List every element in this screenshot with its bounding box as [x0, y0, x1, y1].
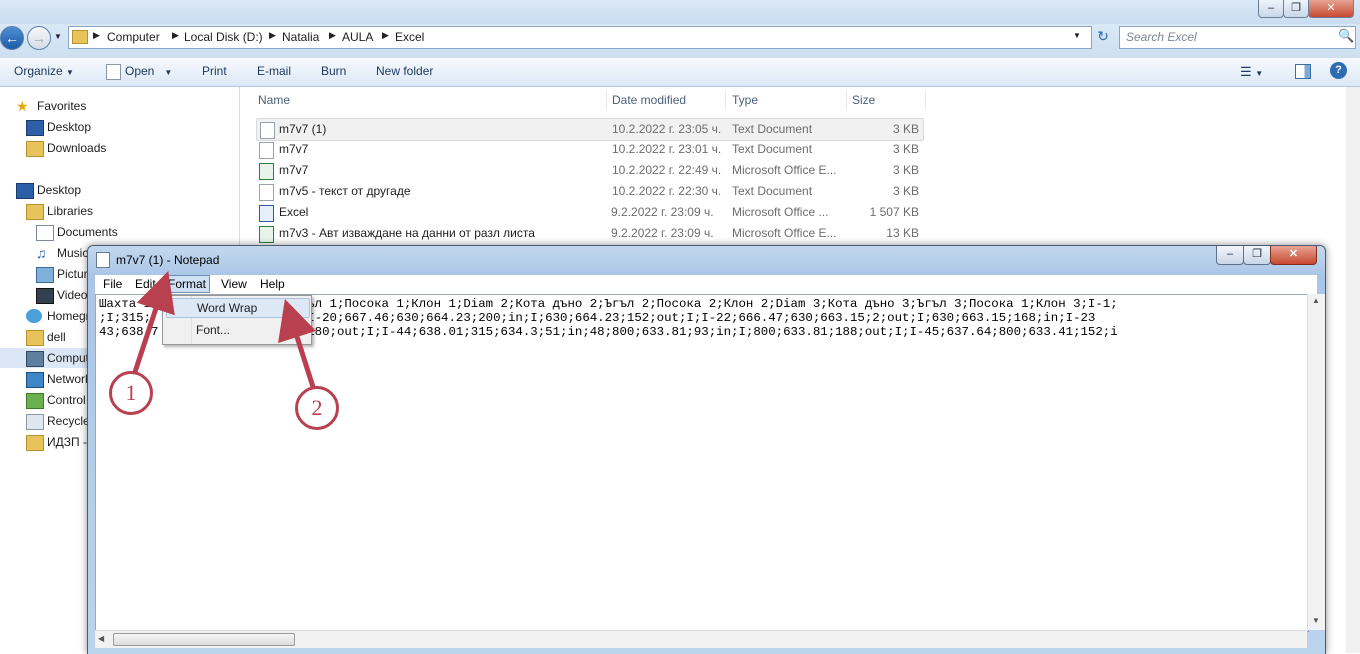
arrow-1 — [131, 271, 175, 378]
callout-1: 1 — [109, 371, 153, 415]
callout-2: 2 — [295, 386, 339, 430]
annotation-arrows — [131, 271, 317, 393]
arrow-2 — [278, 298, 317, 393]
